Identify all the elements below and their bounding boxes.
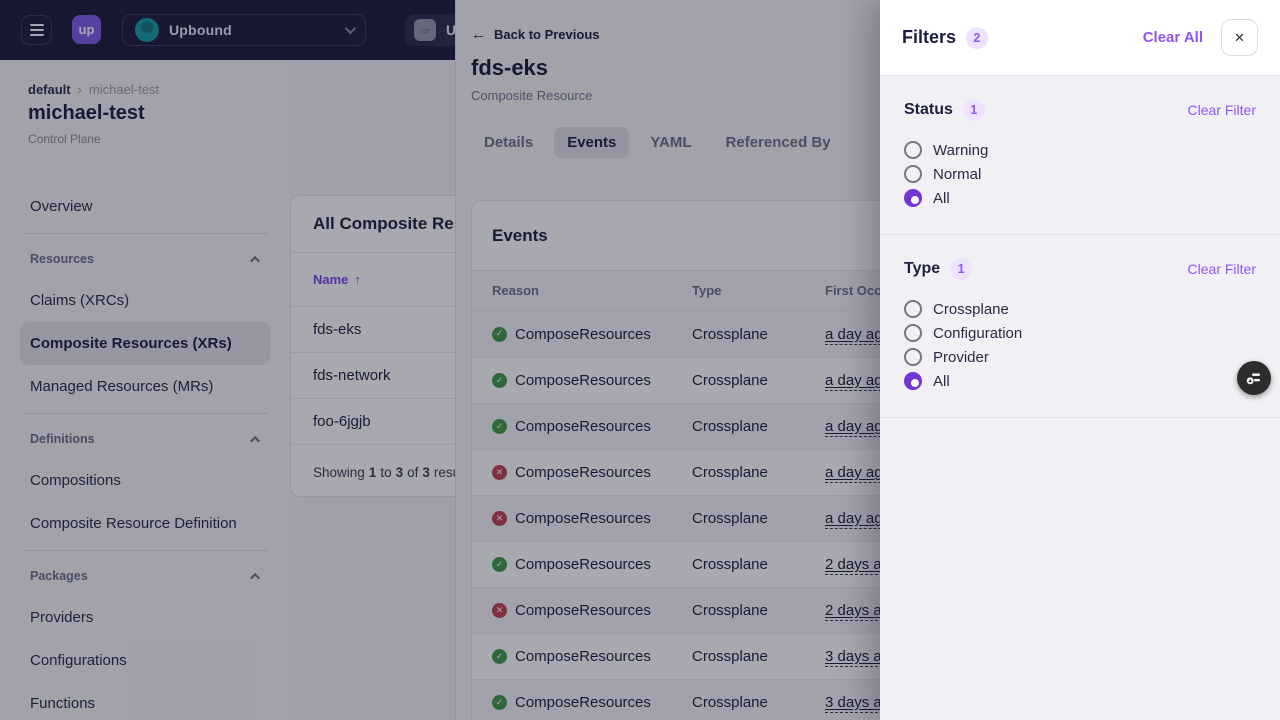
filter-option-configuration[interactable]: Configuration	[904, 321, 1256, 345]
filters-panel: Filters 2 Clear All × Status 1 Clear Fil…	[880, 0, 1280, 720]
filter-section-type: Type 1 Clear Filter Crossplane Configura…	[880, 235, 1280, 418]
filter-option-normal[interactable]: Normal	[904, 162, 1256, 186]
filters-header: Filters 2 Clear All ×	[880, 0, 1280, 76]
status-section-title: Status	[904, 101, 953, 119]
clear-type-filter-button[interactable]: Clear Filter	[1188, 261, 1256, 277]
radio-icon[interactable]	[904, 141, 922, 159]
close-button[interactable]: ×	[1221, 19, 1258, 56]
radio-icon[interactable]	[904, 372, 922, 390]
type-section-title: Type	[904, 260, 940, 278]
radio-icon[interactable]	[904, 165, 922, 183]
status-count-badge: 1	[963, 99, 985, 121]
clear-status-filter-button[interactable]: Clear Filter	[1188, 102, 1256, 118]
feedback-list-icon	[1244, 368, 1264, 388]
type-count-badge: 1	[950, 258, 972, 280]
filter-section-status: Status 1 Clear Filter Warning Normal All	[880, 76, 1280, 235]
radio-icon[interactable]	[904, 348, 922, 366]
filter-option-status-all[interactable]: All	[904, 186, 1256, 210]
filter-option-provider[interactable]: Provider	[904, 345, 1256, 369]
filter-option-crossplane[interactable]: Crossplane	[904, 297, 1256, 321]
filter-option-warning[interactable]: Warning	[904, 138, 1256, 162]
filters-title: Filters	[902, 27, 956, 48]
app-root: up Upbound ▭ Upbound default › michael-t…	[0, 0, 1280, 720]
clear-all-button[interactable]: Clear All	[1143, 29, 1203, 46]
filter-option-type-all[interactable]: All	[904, 369, 1256, 393]
feedback-widget-button[interactable]	[1237, 361, 1271, 395]
radio-icon[interactable]	[904, 300, 922, 318]
radio-icon[interactable]	[904, 324, 922, 342]
close-icon: ×	[1235, 28, 1245, 48]
radio-icon[interactable]	[904, 189, 922, 207]
filters-count-badge: 2	[966, 27, 988, 49]
